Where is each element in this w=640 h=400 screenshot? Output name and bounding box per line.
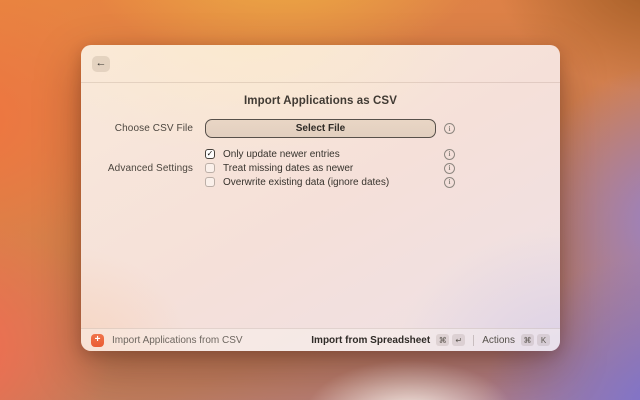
actions-label: Actions (482, 334, 515, 346)
file-picker-row: Choose CSV File Select File i (81, 115, 560, 142)
form-title: Import Applications as CSV (244, 95, 397, 107)
checkbox-overwrite-existing[interactable]: ✓ Overwrite existing data (ignore dates) (205, 177, 444, 188)
footer-divider (473, 334, 475, 346)
checkbox-only-update-newer[interactable]: ✓ Only update newer entries (205, 149, 444, 160)
checkbox-label: Only update newer entries (223, 148, 340, 160)
info-icon[interactable]: i (444, 148, 455, 160)
desktop-background: ← Import Applications as CSV Choose CSV … (0, 0, 640, 400)
checkbox-row-only-update-newer: ✓ Only update newer entries i (81, 147, 560, 161)
checkbox-unchecked-icon[interactable]: ✓ (205, 163, 215, 173)
cmd-key-icon: ⌘ (436, 334, 450, 346)
import-from-spreadsheet-button[interactable]: Import from Spreadsheet ⌘ ↵ (311, 334, 466, 346)
info-icon[interactable]: i (444, 162, 455, 174)
cmd-key-icon: ⌘ (521, 334, 534, 346)
checkbox-checked-icon[interactable]: ✓ (205, 149, 215, 159)
checkbox-label: Overwrite existing data (ignore dates) (223, 176, 390, 188)
raycast-window: ← Import Applications as CSV Choose CSV … (81, 45, 560, 351)
info-icon[interactable]: i (444, 123, 455, 134)
checkbox-label: Treat missing dates as newer (223, 162, 354, 174)
footer-action-bar: + Import Applications from CSV Import fr… (81, 328, 560, 351)
back-button[interactable]: ← (92, 55, 110, 72)
checkbox-unchecked-icon[interactable]: ✓ (205, 177, 215, 187)
advanced-settings-label: Advanced Settings (107, 162, 193, 174)
extension-icon: + (91, 333, 104, 347)
k-key-icon: K (537, 334, 550, 346)
return-key-icon: ↵ (452, 334, 466, 346)
window-header: ← (81, 45, 560, 83)
footer-command-name: Import Applications from CSV (112, 334, 243, 346)
primary-action-label: Import from Spreadsheet (311, 334, 431, 346)
checkbox-row-treat-missing-dates: Advanced Settings ✓ Treat missing dates … (81, 161, 560, 175)
info-icon[interactable]: i (444, 176, 455, 188)
file-field-label: Choose CSV File (114, 123, 193, 134)
back-arrow-icon: ← (95, 57, 107, 69)
actions-menu-button[interactable]: Actions ⌘ K (482, 334, 550, 346)
import-form: Choose CSV File Select File i ✓ Only upd… (81, 115, 560, 189)
select-file-button[interactable]: Select File (205, 119, 436, 138)
checkbox-row-overwrite-existing: ✓ Overwrite existing data (ignore dates)… (81, 175, 560, 189)
checkbox-treat-missing-dates[interactable]: ✓ Treat missing dates as newer (205, 163, 444, 174)
plus-icon: + (94, 333, 101, 345)
